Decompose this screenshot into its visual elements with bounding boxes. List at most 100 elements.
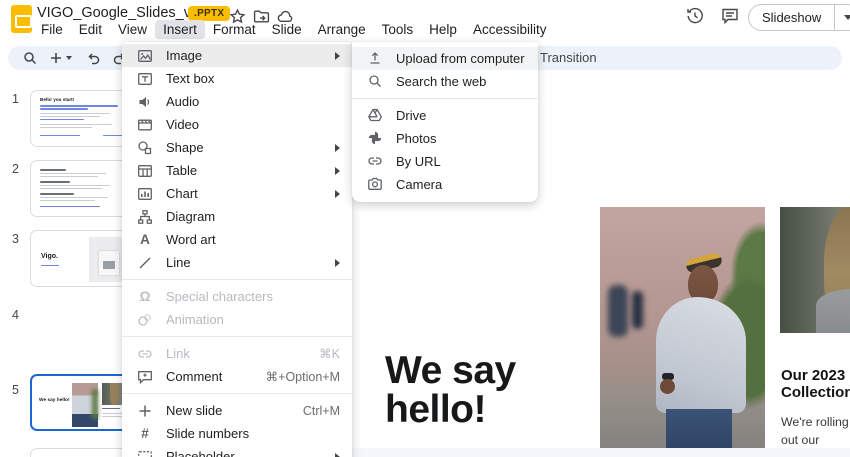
comments-icon[interactable] [720, 6, 740, 26]
menu-insert-active[interactable]: Insert [155, 20, 205, 39]
menu-format[interactable]: Format [205, 20, 264, 39]
slide-thumbnail-2[interactable] [30, 160, 130, 217]
slide-title-text[interactable]: We say hello! [385, 351, 527, 429]
menu-file[interactable]: File [33, 20, 71, 39]
menubar: File Edit View Insert Format Slide Arran… [33, 20, 554, 39]
version-history-icon[interactable] [685, 6, 705, 26]
link-icon [137, 346, 153, 362]
submenu-item-upload-from-computer[interactable]: Upload from computer [352, 47, 538, 70]
menu-item-diagram[interactable]: Diagram [122, 205, 352, 228]
menu-arrange[interactable]: Arrange [310, 20, 374, 39]
add-slide-caret-icon[interactable] [66, 56, 72, 60]
menu-divider [122, 393, 352, 394]
slideshow-button-group: Slideshow [748, 4, 850, 31]
textbox-icon [137, 71, 153, 87]
upload-icon [367, 50, 383, 66]
slide-thumbnail-3[interactable]: Vigo. [30, 230, 130, 287]
menu-item-chart[interactable]: Chart [122, 182, 352, 205]
submenu-arrow-icon [335, 190, 340, 198]
slide-number: 5 [12, 383, 19, 397]
menu-item-comment[interactable]: Comment ⌘+Option+M [122, 365, 352, 388]
camera-icon [367, 176, 383, 192]
chart-icon [137, 186, 153, 202]
photo-background-figure [608, 285, 628, 337]
slide-filmstrip: 1 2 3 4 5 Befor you start! [0, 70, 130, 457]
menu-item-video[interactable]: Video [122, 113, 352, 136]
menu-item-line[interactable]: Line [122, 251, 352, 274]
submenu-arrow-icon [335, 144, 340, 152]
photos-icon [367, 130, 383, 146]
slide-number: 4 [12, 308, 19, 322]
slide-heading-text[interactable]: Our 2023 Collection [781, 367, 850, 401]
submenu-item-camera[interactable]: Camera [352, 173, 538, 196]
submenu-arrow-icon [335, 52, 340, 60]
menu-slide[interactable]: Slide [264, 20, 310, 39]
search-icon[interactable] [22, 50, 38, 66]
slide-photo-woman[interactable] [780, 207, 850, 333]
menu-help[interactable]: Help [421, 20, 465, 39]
slide-number: 2 [12, 162, 19, 176]
menu-divider [122, 279, 352, 280]
photo-man-sweater [656, 297, 746, 413]
slide-photo-man[interactable] [600, 207, 765, 457]
photo-background-figure [632, 291, 643, 329]
menu-item-new-slide[interactable]: New slide Ctrl+M [122, 399, 352, 422]
slide-number: 3 [12, 232, 19, 246]
photo-man-hand [660, 379, 675, 394]
by-url-icon [367, 153, 383, 169]
hash-icon: # [137, 426, 153, 442]
slide-thumbnail-4-selected[interactable]: We say hello! [30, 374, 130, 431]
slides-logo[interactable] [11, 5, 32, 33]
submenu-arrow-icon [335, 259, 340, 267]
diagram-icon [137, 209, 153, 225]
submenu-arrow-icon [335, 453, 340, 457]
document-title[interactable]: VIGO_Google_Slides_v2 [37, 5, 199, 21]
slide-thumbnail-1[interactable]: Befor you start! [30, 90, 130, 147]
slide-thumbnail-6-partial[interactable] [30, 448, 130, 457]
menu-item-table[interactable]: Table [122, 159, 352, 182]
wordart-icon: A [137, 232, 153, 248]
submenu-item-photos[interactable]: Photos [352, 127, 538, 150]
menu-item-slide-numbers[interactable]: # Slide numbers [122, 422, 352, 445]
slideshow-dropdown-button[interactable] [834, 5, 850, 30]
omega-icon: Ω [137, 289, 153, 305]
submenu-item-by-url[interactable]: By URL [352, 150, 538, 173]
menu-edit[interactable]: Edit [71, 20, 110, 39]
menu-item-special-characters: Ω Special characters [122, 285, 352, 308]
audio-icon [137, 94, 153, 110]
image-icon [137, 48, 153, 64]
google-slides-app: We say hello! Our 2023 Collection We're … [0, 0, 850, 457]
menu-view[interactable]: View [110, 20, 155, 39]
placeholder-icon [137, 449, 153, 457]
undo-icon[interactable] [86, 50, 102, 66]
menu-tools[interactable]: Tools [374, 20, 422, 39]
plus-icon [137, 403, 153, 419]
menu-item-link: Link ⌘K [122, 342, 352, 365]
menu-item-shape[interactable]: Shape [122, 136, 352, 159]
submenu-arrow-icon [335, 167, 340, 175]
menu-item-image[interactable]: Image [122, 44, 352, 67]
line-icon [137, 255, 153, 271]
menu-item-placeholder[interactable]: Placeholder [122, 445, 352, 457]
slideshow-button[interactable]: Slideshow [749, 5, 834, 30]
photo-woman-sweater [816, 289, 850, 333]
drive-icon [367, 107, 383, 123]
shape-icon [137, 140, 153, 156]
submenu-item-drive[interactable]: Drive [352, 104, 538, 127]
menu-item-audio[interactable]: Audio [122, 90, 352, 113]
submenu-item-search-the-web[interactable]: Search the web [352, 70, 538, 93]
caret-down-icon [844, 15, 850, 20]
video-icon [137, 117, 153, 133]
insert-menu: Image Text box Audio Video Shape Table C… [122, 42, 352, 457]
add-slide-icon[interactable] [48, 50, 64, 66]
menu-divider [122, 336, 352, 337]
menu-divider [352, 98, 538, 99]
menu-item-animation: Animation [122, 308, 352, 331]
image-submenu: Upload from computer Search the web Driv… [352, 42, 538, 202]
menu-item-text-box[interactable]: Text box [122, 67, 352, 90]
transition-button[interactable]: Transition [540, 50, 597, 65]
menu-item-word-art[interactable]: A Word art [122, 228, 352, 251]
comment-icon [137, 369, 153, 385]
menu-accessibility[interactable]: Accessibility [465, 20, 555, 39]
thumbnail-image [72, 383, 98, 427]
